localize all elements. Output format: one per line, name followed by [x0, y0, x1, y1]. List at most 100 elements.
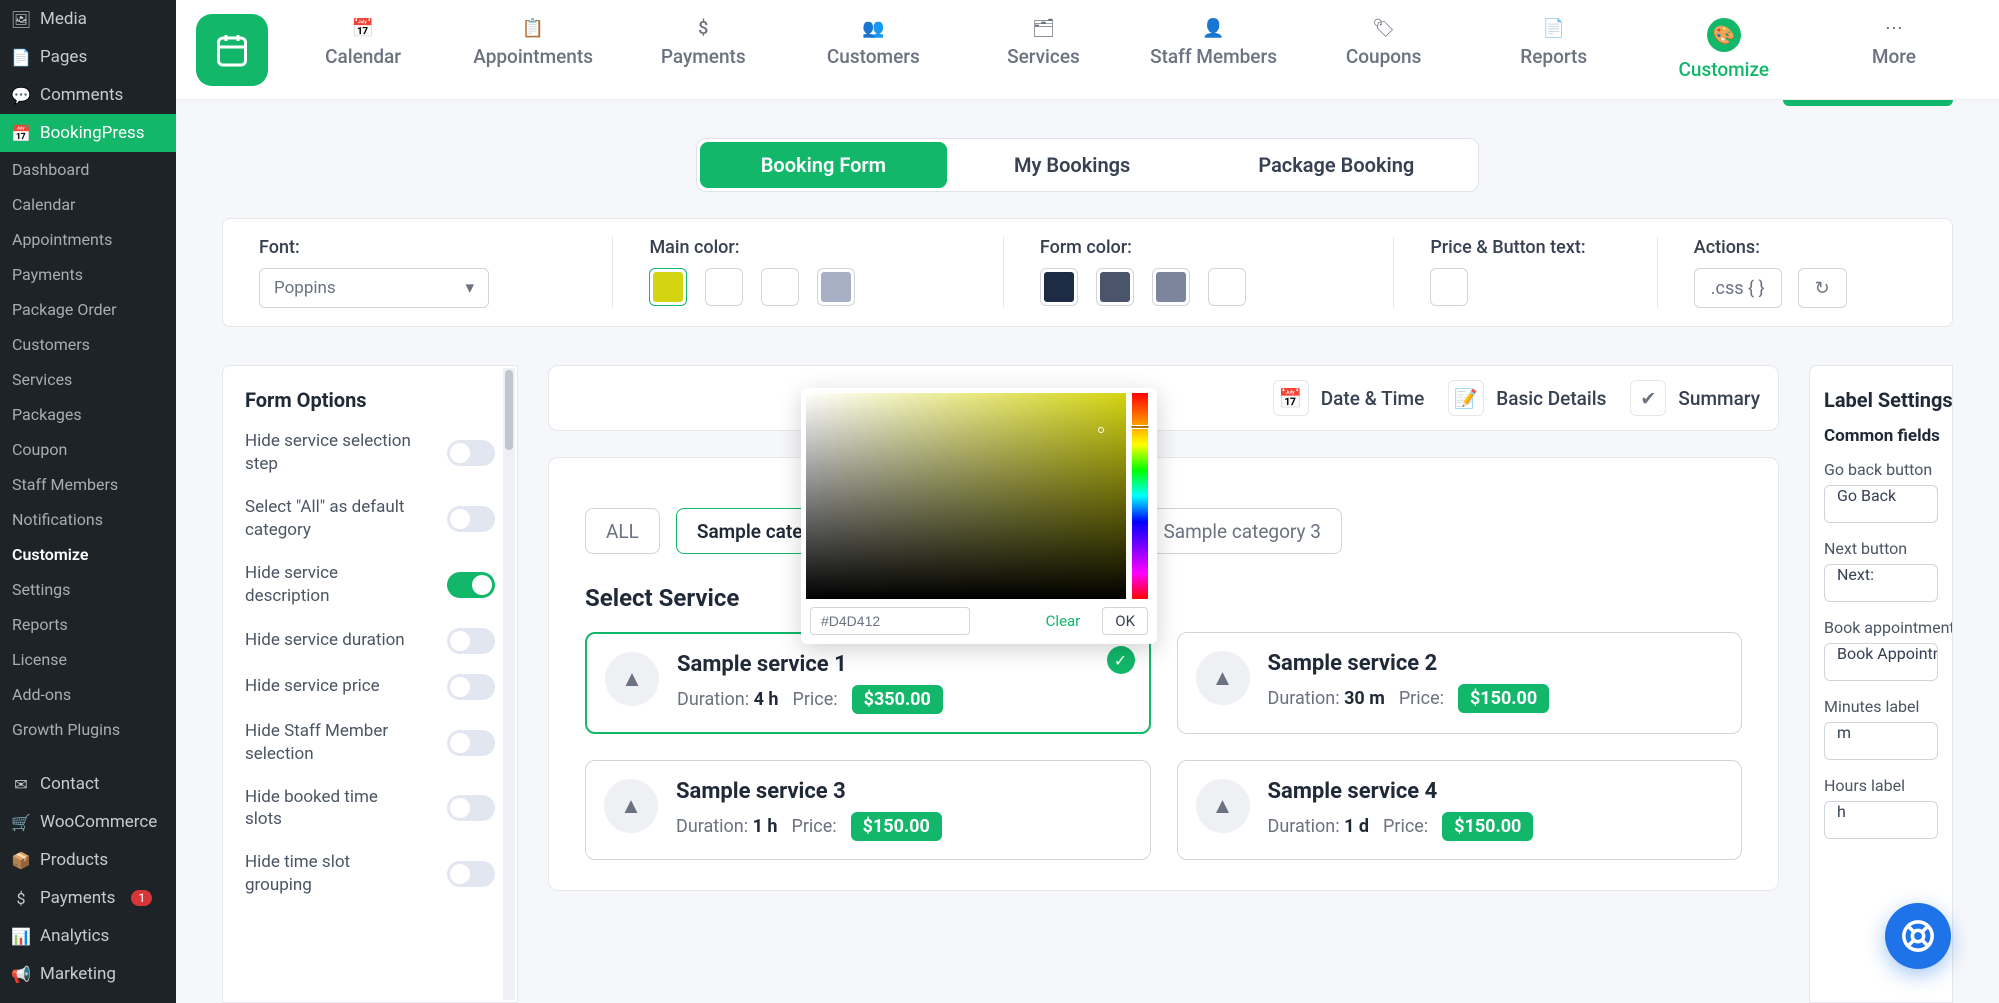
- wp-menu-marketing[interactable]: 📢Marketing: [0, 955, 176, 993]
- toggle[interactable]: [447, 440, 495, 466]
- wp-menu-contact[interactable]: ✉Contact: [0, 765, 176, 803]
- wp-admin-sidebar: 🖼Media📄Pages💬Comments📅BookingPress Dashb…: [0, 0, 176, 1003]
- menu-icon: 💬: [12, 86, 30, 104]
- form-color-label: Form color:: [1040, 237, 1357, 258]
- main-color-label: Main color:: [649, 237, 966, 258]
- wp-submenu-staff-members[interactable]: Staff Members: [0, 467, 176, 502]
- wp-submenu-settings[interactable]: Settings: [0, 572, 176, 607]
- color-swatch[interactable]: [817, 268, 855, 306]
- option-row: Hide time slot grouping: [245, 851, 495, 897]
- wp-submenu-customize[interactable]: Customize: [0, 537, 176, 572]
- toggle[interactable]: [447, 861, 495, 887]
- service-card[interactable]: ✓▲Sample service 1Duration: 4 hPrice:$35…: [585, 632, 1151, 734]
- nav-icon: 📋: [522, 18, 544, 39]
- color-swatch[interactable]: [1096, 268, 1134, 306]
- preview-panel: 📅Date & Time 📝Basic Details ✔Summary ALL Sa…: [518, 365, 1809, 1003]
- wp-submenu-packages[interactable]: Packages: [0, 397, 176, 432]
- service-name: Sample service 2: [1268, 651, 1550, 676]
- wp-submenu-dashboard[interactable]: Dashboard: [0, 152, 176, 187]
- color-swatch[interactable]: [649, 268, 687, 306]
- nav-tab-reports[interactable]: 📄Reports: [1469, 10, 1639, 89]
- field-input[interactable]: h: [1824, 801, 1938, 839]
- wp-menu-payments[interactable]: $Payments1: [0, 879, 176, 917]
- step-date-time[interactable]: 📅Date & Time: [1273, 380, 1425, 416]
- nav-tab-coupons[interactable]: 🏷Coupons: [1299, 10, 1469, 89]
- toggle[interactable]: [447, 628, 495, 654]
- wp-menu-analytics[interactable]: 📊Analytics: [0, 917, 176, 955]
- field-input[interactable]: Go Back: [1824, 485, 1938, 523]
- nav-tab-customize[interactable]: 🎨Customize: [1639, 10, 1809, 89]
- hue-slider[interactable]: [1132, 393, 1148, 599]
- nav-tab-services[interactable]: 🗂Services: [958, 10, 1128, 89]
- color-swatch[interactable]: [705, 268, 743, 306]
- price-tag: $150.00: [851, 812, 942, 841]
- segment-booking-form[interactable]: Booking Form: [700, 142, 947, 188]
- service-name: Sample service 3: [676, 779, 942, 804]
- font-select[interactable]: Poppins ▾: [259, 268, 489, 308]
- segment-my-bookings[interactable]: My Bookings: [950, 139, 1194, 191]
- nav-tab-more[interactable]: ⋯More: [1809, 10, 1979, 89]
- wp-submenu-license[interactable]: License: [0, 642, 176, 677]
- nav-tab-customers[interactable]: 👥Customers: [788, 10, 958, 89]
- option-row: Hide service price: [245, 674, 495, 700]
- step-basic-details[interactable]: 📝Basic Details: [1448, 380, 1606, 416]
- color-swatch[interactable]: [1208, 268, 1246, 306]
- price-color-swatch[interactable]: [1430, 268, 1468, 306]
- wp-submenu-growth-plugins[interactable]: Growth Plugins: [0, 712, 176, 747]
- wp-submenu-notifications[interactable]: Notifications: [0, 502, 176, 537]
- wp-submenu-services[interactable]: Services: [0, 362, 176, 397]
- toggle[interactable]: [447, 674, 495, 700]
- wp-submenu-coupon[interactable]: Coupon: [0, 432, 176, 467]
- config-bar: Font: Poppins ▾ Main color: Form color: …: [222, 218, 1953, 327]
- field-input[interactable]: Book Appointment: [1824, 643, 1938, 681]
- picker-ok-button[interactable]: OK: [1102, 607, 1148, 635]
- color-swatch[interactable]: [761, 268, 799, 306]
- option-row: Hide service description: [245, 562, 495, 608]
- service-card[interactable]: ▲Sample service 2Duration: 30 mPrice:$15…: [1177, 632, 1743, 734]
- bookingpress-logo: [196, 14, 268, 86]
- service-card[interactable]: ▲Sample service 4Duration: 1 dPrice:$150…: [1177, 760, 1743, 860]
- menu-icon: 📦: [12, 851, 30, 869]
- reset-button[interactable]: ↻: [1798, 268, 1847, 308]
- wp-menu-comments[interactable]: 💬Comments: [0, 76, 176, 114]
- nav-tab-payments[interactable]: $Payments: [618, 10, 788, 89]
- category-all[interactable]: ALL: [585, 508, 660, 554]
- wp-menu-woocommerce[interactable]: 🛒WooCommerce: [0, 803, 176, 841]
- service-card[interactable]: ▲Sample service 3Duration: 1 hPrice:$150…: [585, 760, 1151, 860]
- scrollbar-thumb[interactable]: [505, 370, 513, 450]
- css-button[interactable]: .css { }: [1694, 268, 1782, 308]
- saturation-value-panel[interactable]: [806, 393, 1126, 599]
- color-swatch[interactable]: [1040, 268, 1078, 306]
- field-label: Next button: [1824, 539, 1938, 558]
- toggle[interactable]: [447, 795, 495, 821]
- wp-submenu-appointments[interactable]: Appointments: [0, 222, 176, 257]
- wp-menu-products[interactable]: 📦Products: [0, 841, 176, 879]
- wp-submenu-customers[interactable]: Customers: [0, 327, 176, 362]
- hex-input[interactable]: [810, 607, 970, 635]
- nav-tab-staff-members[interactable]: 👤Staff Members: [1128, 10, 1298, 89]
- step-summary[interactable]: ✔Summary: [1630, 380, 1760, 416]
- toggle[interactable]: [447, 730, 495, 756]
- service-image-icon: ▲: [605, 652, 659, 706]
- wp-submenu-payments[interactable]: Payments: [0, 257, 176, 292]
- wp-submenu-add-ons[interactable]: Add-ons: [0, 677, 176, 712]
- nav-tab-appointments[interactable]: 📋Appointments: [448, 10, 618, 89]
- toggle[interactable]: [447, 506, 495, 532]
- field-input[interactable]: Next:: [1824, 564, 1938, 602]
- wp-menu-media[interactable]: 🖼Media: [0, 0, 176, 38]
- category-pill[interactable]: Sample category 3: [1142, 508, 1341, 554]
- wp-submenu-package-order[interactable]: Package Order: [0, 292, 176, 327]
- color-swatch[interactable]: [1152, 268, 1190, 306]
- nav-icon: 👥: [862, 18, 884, 39]
- toggle[interactable]: [447, 572, 495, 598]
- picker-clear-button[interactable]: Clear: [1034, 608, 1093, 634]
- wp-menu-bookingpress[interactable]: 📅BookingPress: [0, 114, 176, 152]
- wp-menu-pages[interactable]: 📄Pages: [0, 38, 176, 76]
- wp-submenu-reports[interactable]: Reports: [0, 607, 176, 642]
- field-input[interactable]: m: [1824, 722, 1938, 760]
- option-label: Hide booked time slots: [245, 786, 415, 832]
- nav-tab-calendar[interactable]: 📅Calendar: [278, 10, 448, 89]
- wp-submenu-calendar[interactable]: Calendar: [0, 187, 176, 222]
- segment-package-booking[interactable]: Package Booking: [1194, 139, 1478, 191]
- help-fab[interactable]: [1885, 903, 1951, 969]
